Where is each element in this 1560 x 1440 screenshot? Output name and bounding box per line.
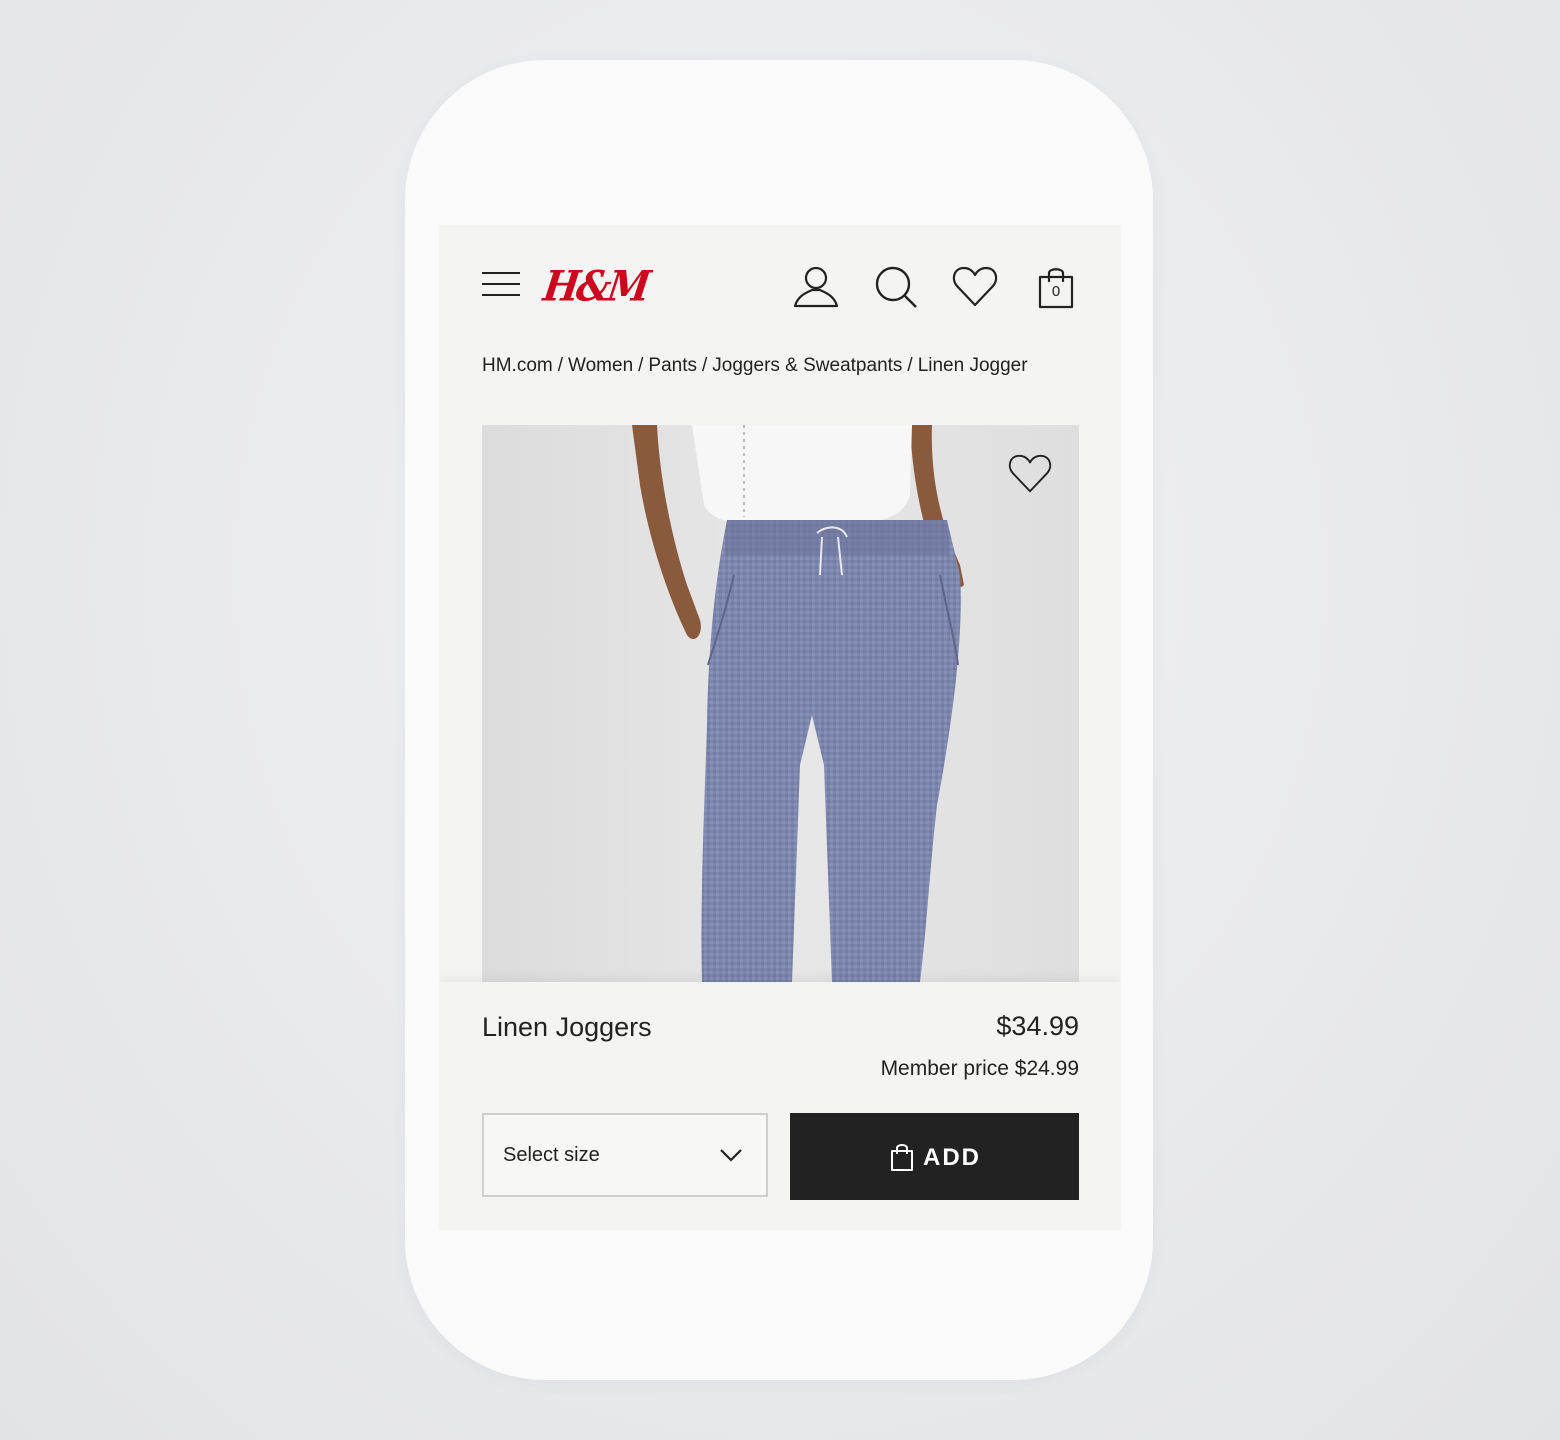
breadcrumb-item-home[interactable]: HM.com (482, 355, 553, 376)
product-photo (632, 425, 964, 982)
product-image[interactable] (482, 425, 1079, 982)
heart-icon[interactable] (951, 263, 999, 311)
site-header: H&M 0 (439, 225, 1121, 345)
account-icon[interactable] (792, 263, 840, 311)
size-select-label: Select size (503, 1144, 600, 1166)
shopping-bag-icon (890, 1143, 914, 1171)
add-to-bag-button[interactable]: ADD (790, 1113, 1079, 1200)
app-screen: H&M 0 HM.com / Women / Pants / Joggers &… (439, 225, 1121, 1230)
shopping-bag-icon[interactable]: 0 (1032, 263, 1080, 311)
size-select[interactable]: Select size (482, 1113, 768, 1197)
breadcrumb-item-pants[interactable]: Pants (648, 355, 697, 376)
product-name: Linen Joggers (482, 1012, 652, 1042)
brand-logo[interactable]: H&M (541, 261, 651, 311)
breadcrumb: HM.com / Women / Pants / Joggers & Sweatpants /… (482, 355, 1028, 376)
add-button-label: ADD (923, 1144, 981, 1171)
search-icon[interactable] (872, 263, 920, 311)
breadcrumb-item-current: Linen Jogger (917, 355, 1028, 376)
member-price: Member price $24.99 (880, 1057, 1079, 1080)
breadcrumb-item-joggers[interactable]: Joggers & Sweatpants (712, 355, 902, 376)
chevron-down-icon (718, 1145, 744, 1165)
product-info-panel: Linen Joggers $34.99 Member price $24.99… (439, 982, 1121, 1230)
product-price: $34.99 (996, 1011, 1079, 1041)
breadcrumb-item-women[interactable]: Women (568, 355, 633, 376)
cart-count: 0 (1051, 283, 1061, 300)
favorite-heart-icon[interactable] (1007, 451, 1053, 497)
menu-icon[interactable] (482, 270, 520, 298)
